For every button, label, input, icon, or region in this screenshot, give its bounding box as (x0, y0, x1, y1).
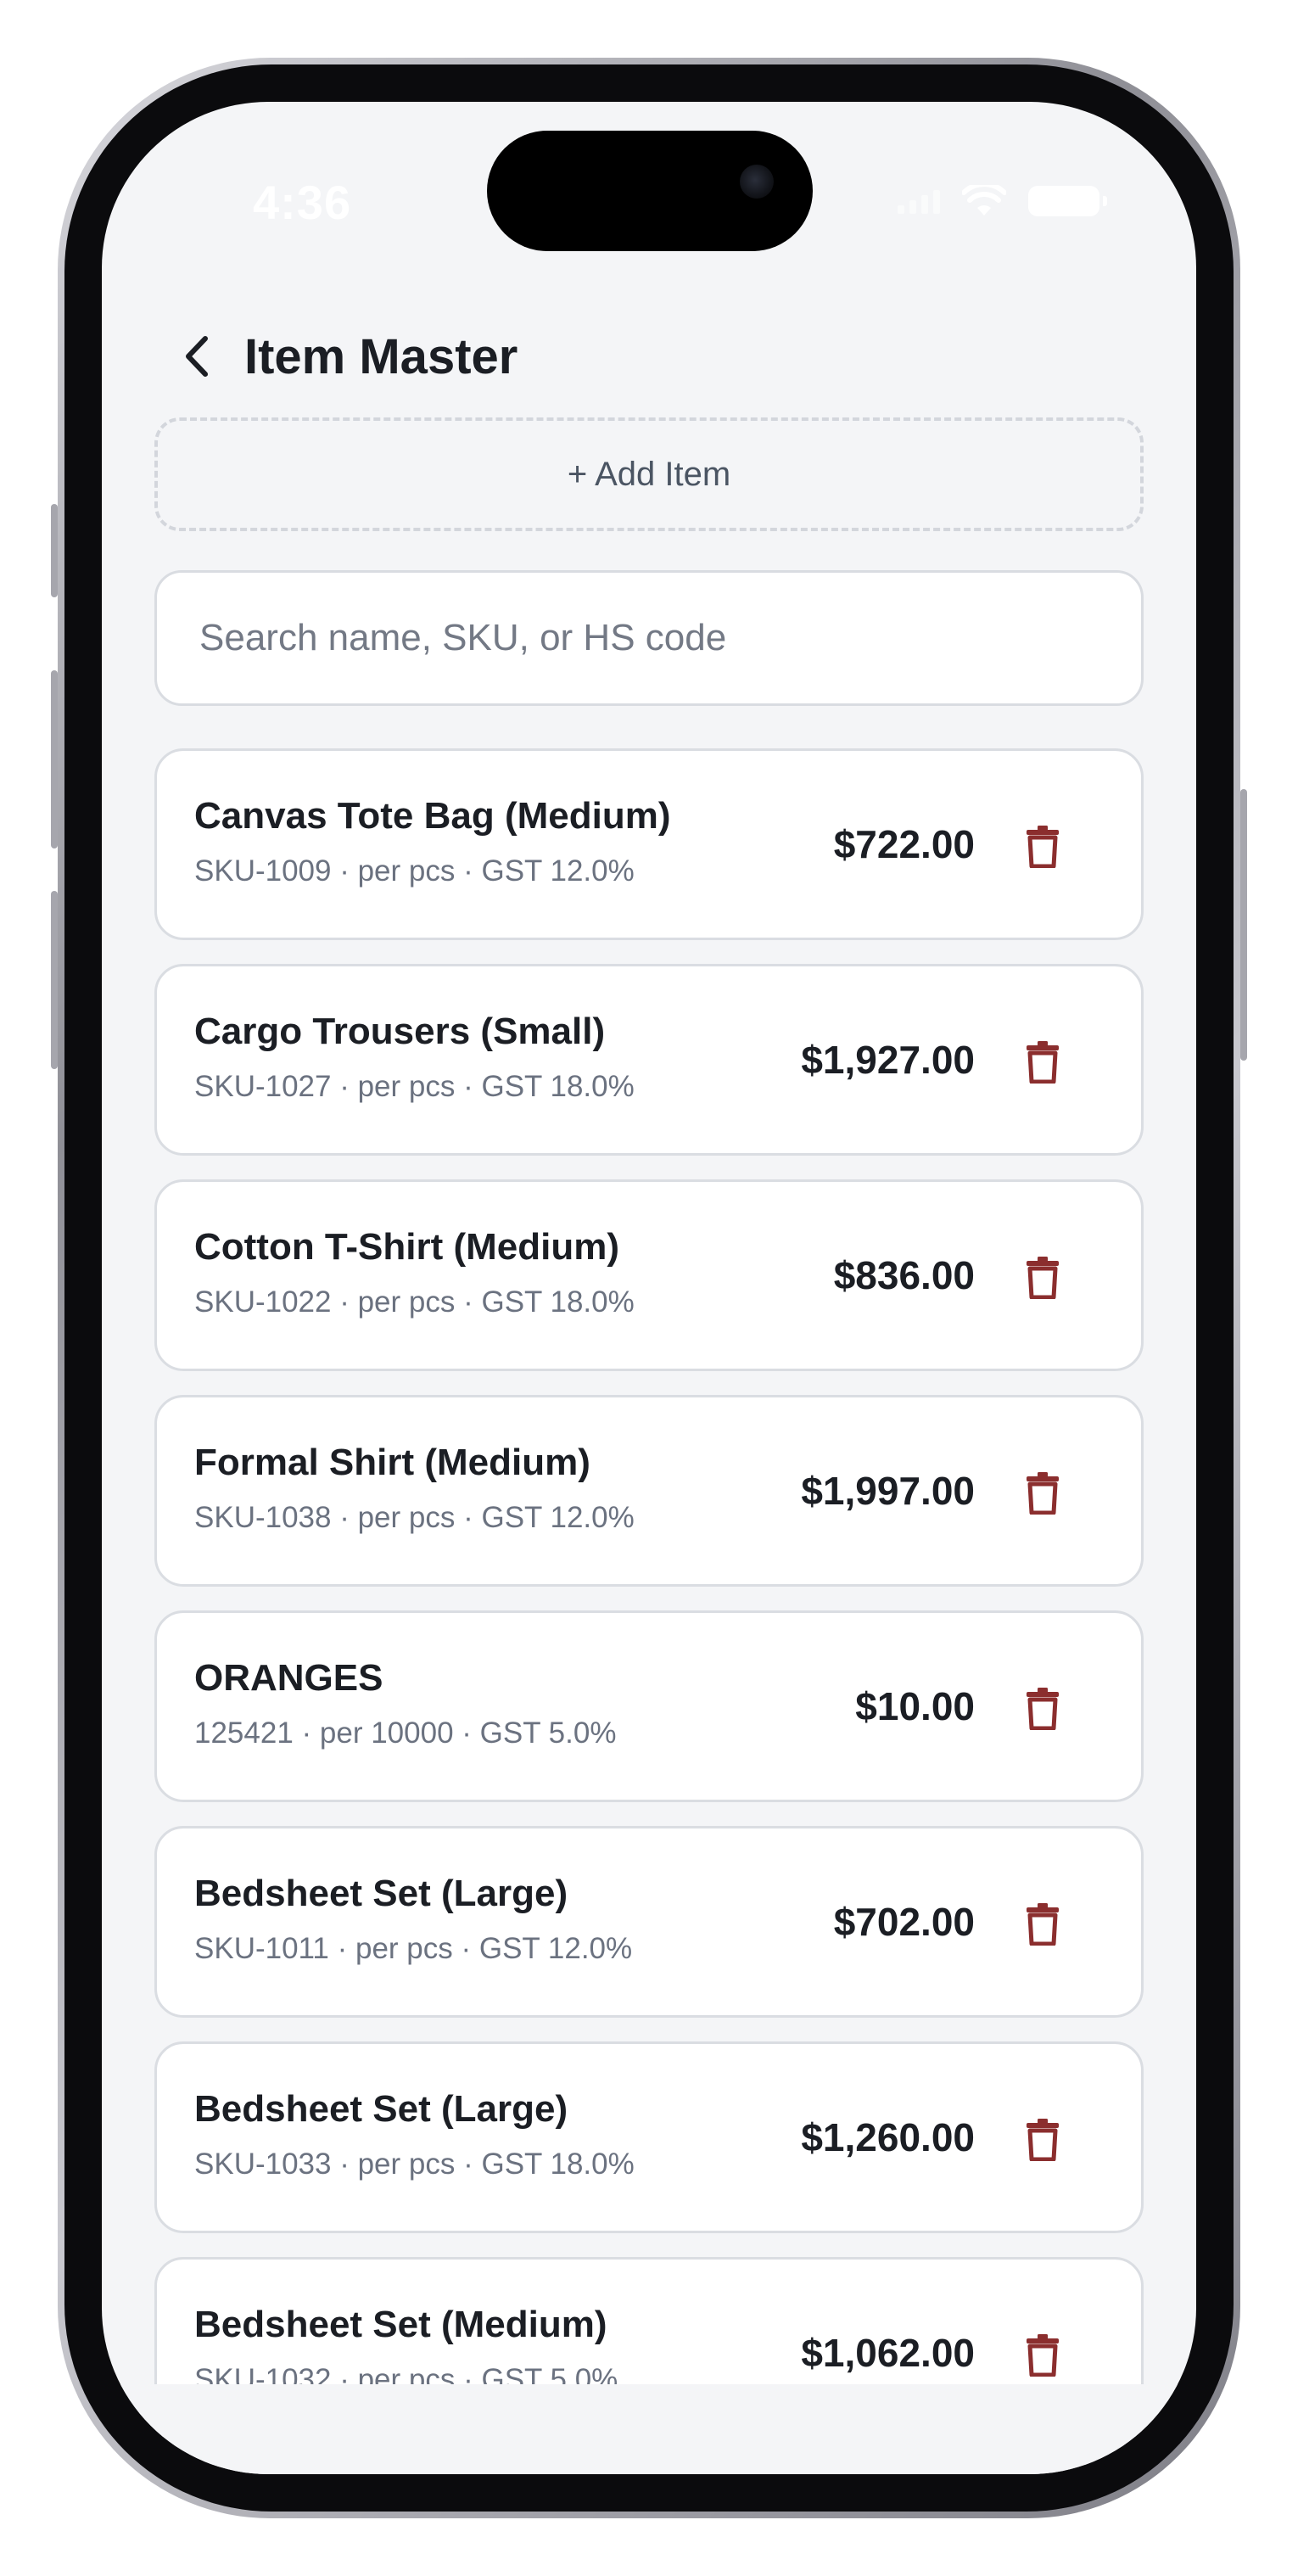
item-meta: SKU-1038 · per pcs · GST 12.0% (194, 1501, 635, 1534)
wifi-icon (962, 185, 1006, 216)
item-list: Canvas Tote Bag (Medium) SKU-1009 · per p… (154, 748, 1144, 2472)
item-name: Bedsheet Set (Large) (194, 2088, 568, 2130)
item-meta: SKU-1011 · per pcs · GST 12.0% (194, 1932, 633, 1965)
delete-item-button[interactable] (1019, 1900, 1066, 1947)
bottom-safe-area (102, 2384, 1196, 2474)
search-input[interactable] (154, 570, 1144, 706)
trash-icon (1027, 1903, 1059, 1946)
item-card[interactable]: Cotton T-Shirt (Medium) SKU-1022 · per pc… (154, 1179, 1144, 1371)
page-title: Item Master (244, 328, 518, 384)
item-meta: SKU-1027 · per pcs · GST 18.0% (194, 1070, 635, 1103)
app-screen: 4:36 Item Master + Add Item Canvas Tote … (102, 102, 1196, 2474)
trash-icon (1027, 1472, 1059, 1515)
item-name: Cotton T-Shirt (Medium) (194, 1226, 620, 1268)
item-price: $722.00 (833, 822, 975, 866)
power-button (1240, 789, 1247, 1061)
trash-icon (1027, 1257, 1059, 1299)
trash-icon (1027, 1688, 1059, 1730)
trash-icon (1027, 826, 1059, 868)
cellular-signal-icon (898, 188, 940, 214)
camera-icon (740, 165, 774, 199)
item-meta: SKU-1009 · per pcs · GST 12.0% (194, 854, 635, 888)
item-card[interactable]: Bedsheet Set (Large) SKU-1033 · per pcs ·… (154, 2041, 1144, 2233)
item-meta: 125421 · per 10000 · GST 5.0% (194, 1716, 617, 1750)
page-header: Item Master (170, 305, 518, 407)
add-item-button[interactable]: + Add Item (154, 417, 1144, 531)
delete-item-button[interactable] (1019, 822, 1066, 870)
status-icons (898, 180, 1107, 222)
item-name: ORANGES (194, 1657, 383, 1699)
delete-item-button[interactable] (1019, 1038, 1066, 1085)
item-price: $1,260.00 (801, 2115, 975, 2159)
item-price: $1,927.00 (801, 1038, 975, 1082)
trash-icon (1027, 2334, 1059, 2377)
item-meta: SKU-1022 · per pcs · GST 18.0% (194, 1285, 635, 1319)
item-price: $10.00 (855, 1684, 975, 1728)
item-card[interactable]: Bedsheet Set (Large) SKU-1011 · per pcs ·… (154, 1826, 1144, 2018)
item-price: $1,997.00 (801, 1469, 975, 1513)
item-card[interactable]: ORANGES 125421 · per 10000 · GST 5.0% $10.… (154, 1610, 1144, 1802)
volume-down-button (51, 891, 58, 1069)
item-price: $702.00 (833, 1900, 975, 1944)
delete-item-button[interactable] (1019, 2115, 1066, 2163)
item-name: Bedsheet Set (Medium) (194, 2304, 607, 2345)
battery-icon (1028, 186, 1107, 216)
chevron-left-icon (186, 336, 208, 377)
trash-icon (1027, 1041, 1059, 1084)
item-name: Cargo Trousers (Small) (194, 1011, 606, 1052)
item-card[interactable]: Cargo Trousers (Small) SKU-1027 · per pcs… (154, 964, 1144, 1156)
item-name: Canvas Tote Bag (Medium) (194, 795, 671, 837)
trash-icon (1027, 2119, 1059, 2161)
delete-item-button[interactable] (1019, 1469, 1066, 1516)
item-meta: SKU-1033 · per pcs · GST 18.0% (194, 2148, 635, 2181)
status-time: 4:36 (253, 176, 352, 229)
delete-item-button[interactable] (1019, 1684, 1066, 1732)
item-price: $836.00 (833, 1253, 975, 1297)
dynamic-island (487, 131, 813, 251)
delete-item-button[interactable] (1019, 1253, 1066, 1301)
volume-up-button (51, 670, 58, 848)
back-button[interactable] (170, 322, 222, 390)
action-button (51, 504, 58, 597)
delete-item-button[interactable] (1019, 2331, 1066, 2378)
item-card[interactable]: Canvas Tote Bag (Medium) SKU-1009 · per p… (154, 748, 1144, 940)
item-name: Formal Shirt (Medium) (194, 1442, 590, 1483)
item-name: Bedsheet Set (Large) (194, 1873, 568, 1914)
item-card[interactable]: Formal Shirt (Medium) SKU-1038 · per pcs … (154, 1395, 1144, 1587)
